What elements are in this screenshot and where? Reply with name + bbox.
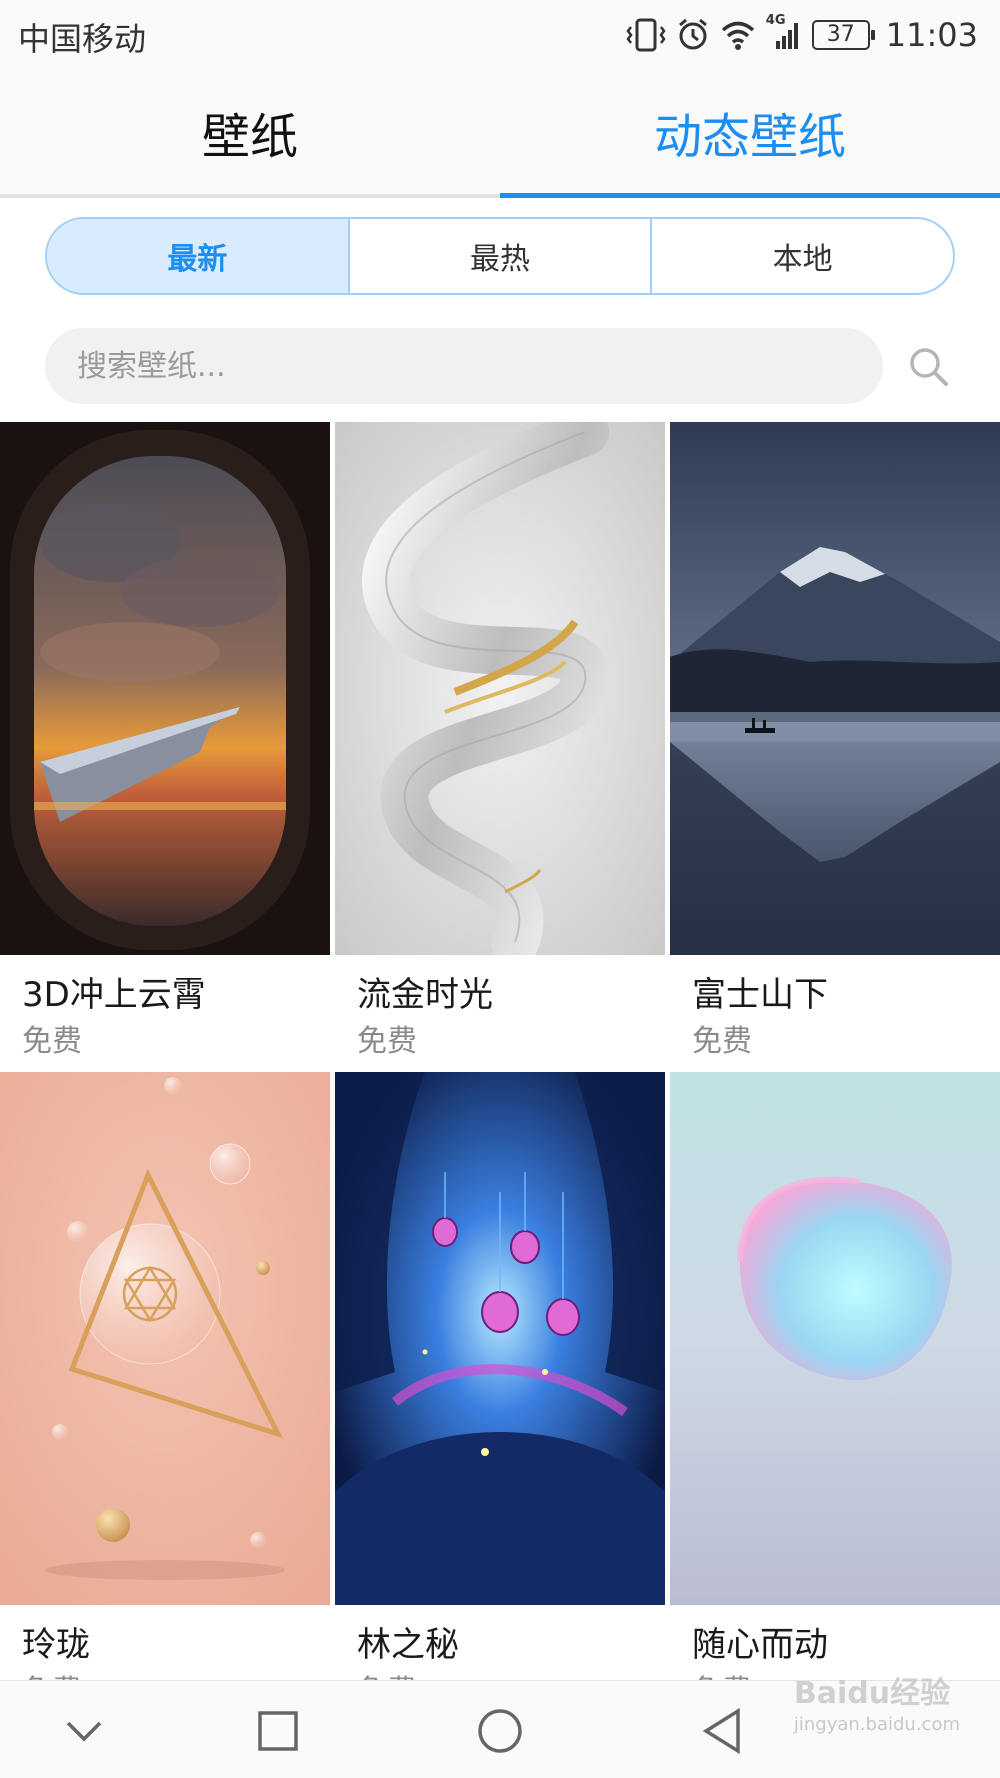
wallpaper-price: 免费 [357,1024,417,1059]
wallpaper-title: 玲珑 [22,1625,90,1665]
filter-hottest[interactable]: 最热 [347,219,651,293]
wallpaper-thumbnail-blob[interactable] [670,1072,1000,1605]
battery-icon: 37 [811,20,875,50]
circle-icon[interactable] [470,1701,530,1761]
wallpaper-price: 免费 [692,1024,752,1059]
tab-wallpaper[interactable]: 壁纸 [0,70,500,194]
wallpaper-card[interactable]: 玲珑 免费 [0,1072,330,1709]
wallpaper-card[interactable]: 3D冲上云霄 免费 [0,422,330,1059]
wallpaper-card[interactable]: 富士山下 免费 [670,422,1000,1059]
wallpaper-thumbnail-forest[interactable] [335,1072,665,1605]
status-icons: 4G 37 11:03 [626,10,978,60]
network-type-label: 4G [765,13,786,28]
wallpaper-title: 3D冲上云霄 [22,975,206,1015]
vibrate-icon [626,17,666,53]
back-triangle-icon[interactable] [692,1701,752,1761]
wallpaper-card[interactable]: 随心而动 免费 [670,1072,1000,1709]
chevron-down-icon[interactable] [54,1701,114,1761]
tab-live-wallpaper[interactable]: 动态壁纸 [500,70,1000,194]
watermark-brand: Baidu经验 [793,1676,951,1711]
wallpaper-price: 免费 [22,1024,82,1059]
wallpaper-title: 随心而动 [692,1625,828,1665]
wallpaper-thumbnail-geometric[interactable] [0,1072,330,1605]
watermark-url: jingyan.baidu.com [793,1714,960,1735]
wallpaper-thumbnail-airplane[interactable] [0,422,330,955]
wifi-icon [720,19,756,51]
square-icon[interactable] [248,1701,308,1761]
wallpaper-title: 流金时光 [357,975,493,1015]
clock: 11:03 [885,16,978,54]
main-tab-bar: 壁纸 动态壁纸 [0,70,1000,198]
tab-active-indicator [500,193,1000,198]
filter-latest[interactable]: 最新 [47,219,348,293]
search-input[interactable] [45,328,883,404]
wallpaper-card[interactable]: 流金时光 免费 [335,422,665,1059]
signal-icon: 4G [766,13,802,51]
baidu-watermark: Baidu经验 jingyan.baidu.com [794,1668,960,1735]
wallpaper-thumbnail-swirl[interactable] [335,422,665,955]
wallpaper-thumbnail-fuji[interactable] [670,422,1000,955]
wallpaper-title: 林之秘 [357,1625,459,1665]
search-icon[interactable] [906,344,952,390]
wallpaper-card[interactable]: 林之秘 免费 [335,1072,665,1709]
filter-segment-control: 最新 最热 本地 [45,217,955,295]
filter-local[interactable]: 本地 [650,219,953,293]
status-bar: 中国移动 4G 37 11:03 [0,0,1000,70]
search-bar [45,328,883,404]
wallpaper-title: 富士山下 [692,975,828,1015]
alarm-icon [676,17,710,53]
carrier-label: 中国移动 [18,20,147,58]
